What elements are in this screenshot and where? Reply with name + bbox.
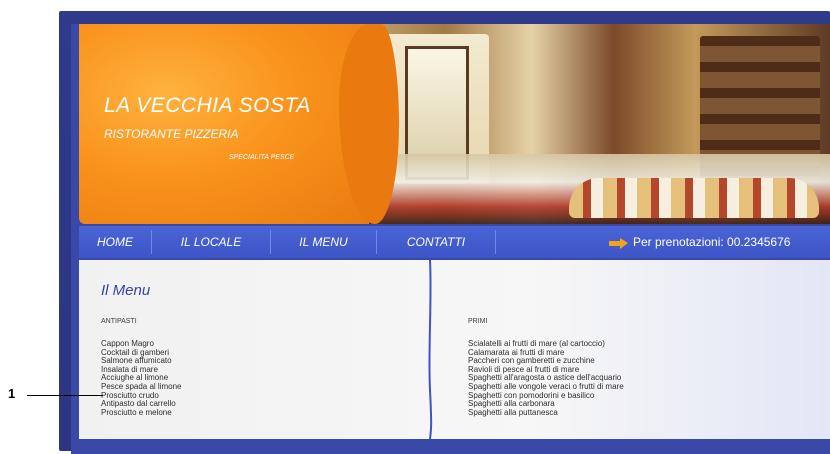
- primi-heading: PRIMI: [468, 318, 488, 325]
- booking-text: Per prenotazioni: 00.2345676: [633, 235, 791, 249]
- brand-panel: [79, 24, 399, 224]
- nav-separator: [495, 230, 496, 254]
- nav-il-locale[interactable]: IL LOCALE: [152, 226, 270, 258]
- antipasti-heading: ANTIPASTI: [101, 318, 137, 325]
- list-item: Spaghetti alla puttanesca: [468, 407, 558, 417]
- brand-subtitle: RISTORANTE PIZZERIA: [104, 127, 239, 141]
- brand-specialty: SPECIALITA PESCE: [229, 154, 295, 161]
- arrow-right-icon: [609, 237, 629, 249]
- nav-home[interactable]: HOME: [79, 226, 151, 258]
- booking-info: Per prenotazioni: 00.2345676: [609, 226, 790, 258]
- site-header: LA VECCHIA SOSTA RISTORANTE PIZZERIA SPE…: [79, 24, 830, 224]
- antipasti-list: Cappon Magro Cocktail di gamberi Salmone…: [101, 339, 182, 417]
- main-nav: HOME IL LOCALE IL MENU CONTATTI Per pren…: [79, 226, 830, 258]
- primi-list: Scialatelli ai frutti di mare (al cartoc…: [468, 339, 624, 417]
- list-item: Prosciutto e melone: [101, 407, 172, 417]
- brand-name: LA VECCHIA SOSTA: [104, 94, 311, 117]
- nav-il-menu[interactable]: IL MENU: [271, 226, 376, 258]
- nav-contatti[interactable]: CONTATTI: [377, 226, 495, 258]
- callout-number: 1: [8, 386, 16, 401]
- menu-content: Il Menu ANTIPASTI Cappon Magro Cocktail …: [79, 260, 830, 439]
- restaurant-photo: [349, 24, 830, 224]
- column-divider: [428, 260, 433, 439]
- photo-buffet: [569, 178, 819, 218]
- menu-title: Il Menu: [101, 282, 151, 299]
- callout-line: [27, 395, 103, 396]
